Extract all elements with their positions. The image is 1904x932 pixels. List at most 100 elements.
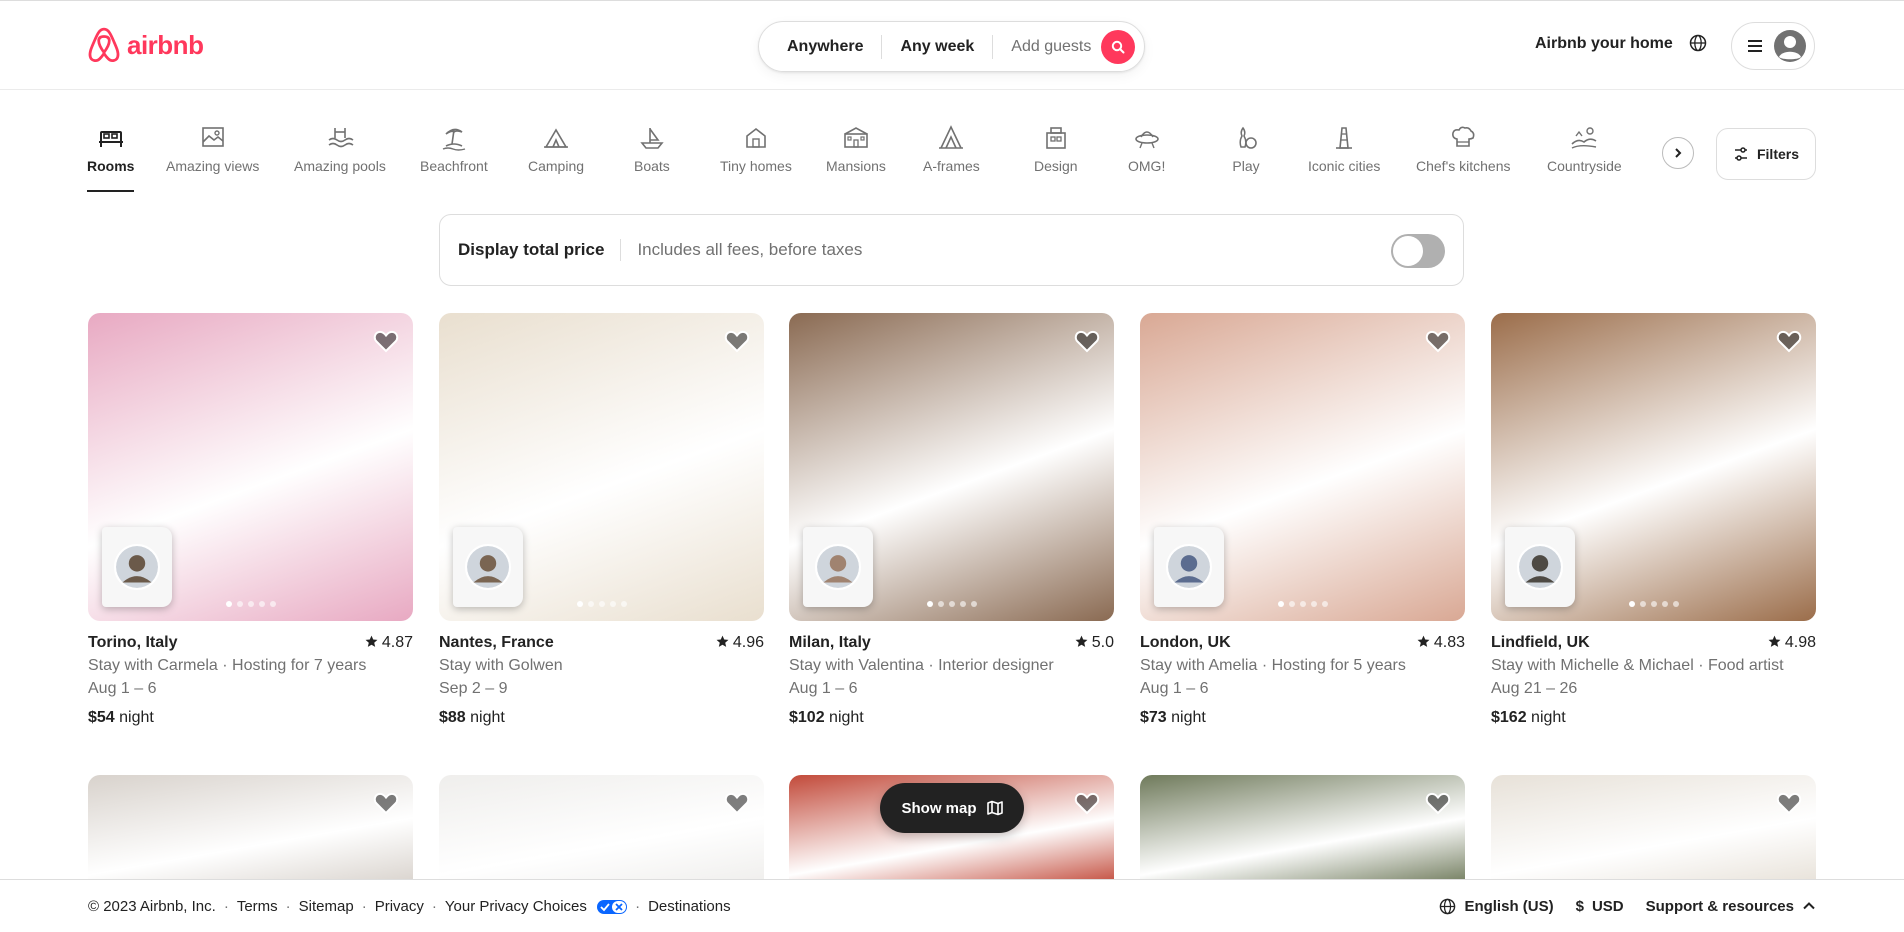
listing-photo[interactable]: [88, 775, 413, 885]
footer-support-button[interactable]: Support & resources: [1646, 898, 1816, 915]
listing-photo[interactable]: [1140, 775, 1465, 885]
category-amazing-pools[interactable]: Amazing pools: [294, 124, 386, 174]
host-profile-card[interactable]: [102, 527, 172, 607]
favorite-button[interactable]: [1074, 329, 1100, 358]
listing-card[interactable]: Torino, Italy 4.87 Stay with Carmela · Hos…: [88, 313, 413, 727]
carousel-dot[interactable]: [937, 601, 944, 607]
carousel-dot[interactable]: [609, 601, 616, 607]
footer-link-terms[interactable]: Terms: [237, 898, 278, 915]
carousel-dot[interactable]: [1277, 601, 1284, 607]
category-label: Beachfront: [420, 158, 488, 174]
carousel-dot[interactable]: [926, 601, 933, 607]
carousel-dot[interactable]: [236, 601, 243, 607]
listing-card[interactable]: Milan, Italy 5.0 Stay with Valentina · Int…: [789, 313, 1114, 727]
carousel-dot[interactable]: [959, 601, 966, 607]
airbnb-your-home-link[interactable]: Airbnb your home: [1535, 35, 1673, 53]
listing-card[interactable]: [1491, 775, 1816, 885]
category-a-frames[interactable]: A-frames: [923, 124, 980, 174]
footer-link-destinations[interactable]: Destinations: [648, 898, 731, 915]
listing-photo[interactable]: [439, 775, 764, 885]
category-label: A-frames: [923, 158, 980, 174]
listing-card[interactable]: London, UK 4.83 Stay with Amelia · Hosting…: [1140, 313, 1465, 727]
footer-link-privacy[interactable]: Privacy: [375, 898, 424, 915]
listing-photo[interactable]: [1491, 775, 1816, 885]
listing-price: $54 night: [88, 709, 413, 727]
favorite-button[interactable]: [724, 791, 750, 820]
carousel-dot[interactable]: [1321, 601, 1328, 607]
listing-photo[interactable]: [88, 313, 413, 621]
carousel-dot[interactable]: [1639, 601, 1646, 607]
host-profile-card[interactable]: [803, 527, 873, 607]
carousel-dot[interactable]: [1672, 601, 1679, 607]
category-chef-s-kitchens[interactable]: Chef's kitchens: [1416, 124, 1511, 174]
category-scroll-next-button[interactable]: [1662, 137, 1694, 169]
category-iconic-cities[interactable]: Iconic cities: [1308, 124, 1380, 174]
carousel-dot[interactable]: [970, 601, 977, 607]
favorite-button[interactable]: [373, 791, 399, 820]
footer-link-sitemap[interactable]: Sitemap: [299, 898, 354, 915]
carousel-dot[interactable]: [576, 601, 583, 607]
listing-card[interactable]: [88, 775, 413, 885]
carousel-dot[interactable]: [598, 601, 605, 607]
filters-button[interactable]: Filters: [1716, 128, 1816, 180]
carousel-dot[interactable]: [225, 601, 232, 607]
listing-card[interactable]: Lindfield, UK 4.98 Stay with Michelle & Mi…: [1491, 313, 1816, 727]
user-menu-button[interactable]: [1731, 22, 1815, 70]
category-beachfront[interactable]: Beachfront: [420, 124, 488, 174]
carousel-dot[interactable]: [1661, 601, 1668, 607]
favorite-button[interactable]: [1776, 791, 1802, 820]
footer-separator: ·: [361, 897, 367, 915]
category-amazing-views[interactable]: Amazing views: [166, 124, 259, 174]
carousel-dot[interactable]: [620, 601, 627, 607]
category-camping[interactable]: Camping: [528, 124, 584, 174]
listing-card[interactable]: Nantes, France 4.96 Stay with Golwen Sep 2 …: [439, 313, 764, 727]
search-bar[interactable]: Anywhere Any week Add guests: [758, 21, 1145, 72]
carousel-dot[interactable]: [1299, 601, 1306, 607]
carousel-dot[interactable]: [247, 601, 254, 607]
category-countryside[interactable]: Countryside: [1547, 124, 1622, 174]
category-boats[interactable]: Boats: [634, 124, 670, 174]
favorite-button[interactable]: [724, 329, 750, 358]
carousel-dot[interactable]: [258, 601, 265, 607]
carousel-dot[interactable]: [587, 601, 594, 607]
listing-photo[interactable]: [439, 313, 764, 621]
category-play[interactable]: Play: [1232, 124, 1260, 174]
search-where[interactable]: Anywhere: [787, 38, 881, 56]
category-rooms[interactable]: Rooms: [87, 124, 135, 192]
host-profile-card[interactable]: [453, 527, 523, 607]
carousel-dot[interactable]: [1288, 601, 1295, 607]
carousel-dot[interactable]: [1310, 601, 1317, 607]
host-profile-card[interactable]: [1505, 527, 1575, 607]
category-omg[interactable]: OMG!: [1128, 124, 1165, 174]
show-map-button[interactable]: Show map: [880, 783, 1024, 833]
listing-photo[interactable]: [1491, 313, 1816, 621]
search-who[interactable]: Add guests: [1011, 38, 1091, 56]
airbnb-logo[interactable]: airbnb: [87, 27, 204, 63]
host-profile-card[interactable]: [1154, 527, 1224, 607]
carousel-dot[interactable]: [1650, 601, 1657, 607]
listing-photo[interactable]: [1140, 313, 1465, 621]
favorite-button[interactable]: [1074, 791, 1100, 820]
footer-link-privacy-choices[interactable]: Your Privacy Choices: [445, 898, 628, 915]
total-price-toggle[interactable]: [1391, 234, 1445, 268]
footer-currency-button[interactable]: $ USD: [1576, 898, 1624, 915]
category-mansions[interactable]: Mansions: [826, 124, 886, 174]
listing-card[interactable]: [439, 775, 764, 885]
carousel-dot[interactable]: [948, 601, 955, 607]
tent-icon: [544, 128, 569, 148]
carousel-dot[interactable]: [1628, 601, 1635, 607]
search-button[interactable]: [1101, 30, 1135, 64]
search-when[interactable]: Any week: [900, 38, 992, 56]
favorite-button[interactable]: [1425, 329, 1451, 358]
listing-card[interactable]: [1140, 775, 1465, 885]
language-button[interactable]: [1689, 34, 1707, 57]
carousel-dot[interactable]: [269, 601, 276, 607]
listing-info: Nantes, France 4.96 Stay with Golwen Sep 2 …: [439, 634, 764, 727]
category-design[interactable]: Design: [1034, 124, 1078, 174]
favorite-button[interactable]: [373, 329, 399, 358]
footer-language-button[interactable]: English (US): [1439, 898, 1554, 915]
category-tiny-homes[interactable]: Tiny homes: [720, 124, 792, 174]
listing-photo[interactable]: [789, 313, 1114, 621]
favorite-button[interactable]: [1425, 791, 1451, 820]
favorite-button[interactable]: [1776, 329, 1802, 358]
